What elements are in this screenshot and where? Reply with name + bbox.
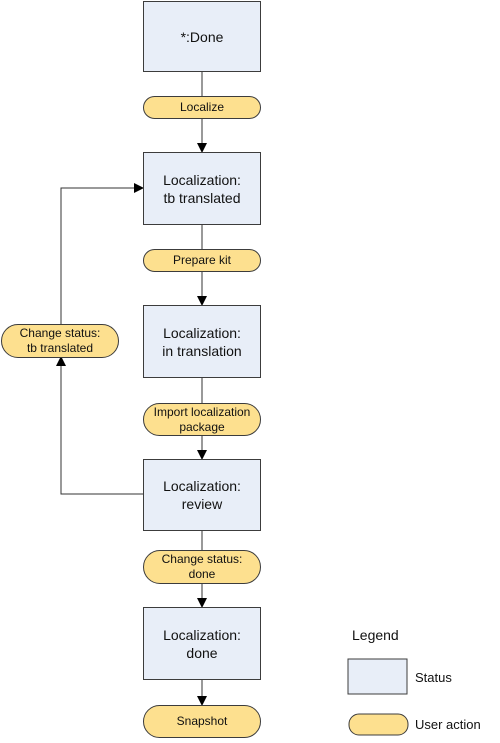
action-label: Import localization package bbox=[153, 404, 251, 434]
status-node-review[interactable]: Localization: review bbox=[143, 459, 261, 531]
action-node-snapshot[interactable]: Snapshot bbox=[143, 705, 261, 738]
action-node-localize[interactable]: Localize bbox=[143, 96, 261, 119]
action-node-change-status-tb-translated[interactable]: Change status: tb translated bbox=[1, 324, 119, 358]
status-label: Localization: done bbox=[163, 626, 241, 661]
status-node-done-any[interactable]: *:Done bbox=[143, 1, 261, 72]
action-label: Change status: done bbox=[161, 552, 243, 581]
action-node-import-package[interactable]: Import localization package bbox=[143, 403, 261, 436]
action-label: Prepare kit bbox=[172, 253, 232, 267]
status-node-localization-done[interactable]: Localization: done bbox=[143, 607, 261, 680]
action-label: Localize bbox=[179, 100, 225, 114]
status-label: *:Done bbox=[180, 28, 224, 45]
legend-title: Legend bbox=[352, 627, 399, 643]
status-node-in-translation[interactable]: Localization: in translation bbox=[143, 305, 261, 378]
legend-status-swatch bbox=[347, 658, 408, 695]
action-label: Change status: tb translated bbox=[19, 326, 101, 355]
legend-status-label: Status bbox=[415, 670, 452, 685]
edge-s3-a5 bbox=[56, 356, 143, 495]
edge-a5-s1 bbox=[60, 183, 144, 324]
legend-action-swatch bbox=[348, 713, 409, 736]
status-node-tb-translated[interactable]: Localization: tb translated bbox=[143, 152, 261, 225]
action-node-change-status-done[interactable]: Change status: done bbox=[143, 550, 261, 584]
status-label: Localization: in translation bbox=[162, 324, 242, 359]
action-label: Snapshot bbox=[176, 714, 228, 728]
status-label: Localization: review bbox=[163, 478, 241, 512]
status-label: Localization: tb translated bbox=[163, 171, 241, 206]
action-node-prepare-kit[interactable]: Prepare kit bbox=[143, 249, 261, 272]
legend-action-label: User action bbox=[415, 717, 481, 732]
